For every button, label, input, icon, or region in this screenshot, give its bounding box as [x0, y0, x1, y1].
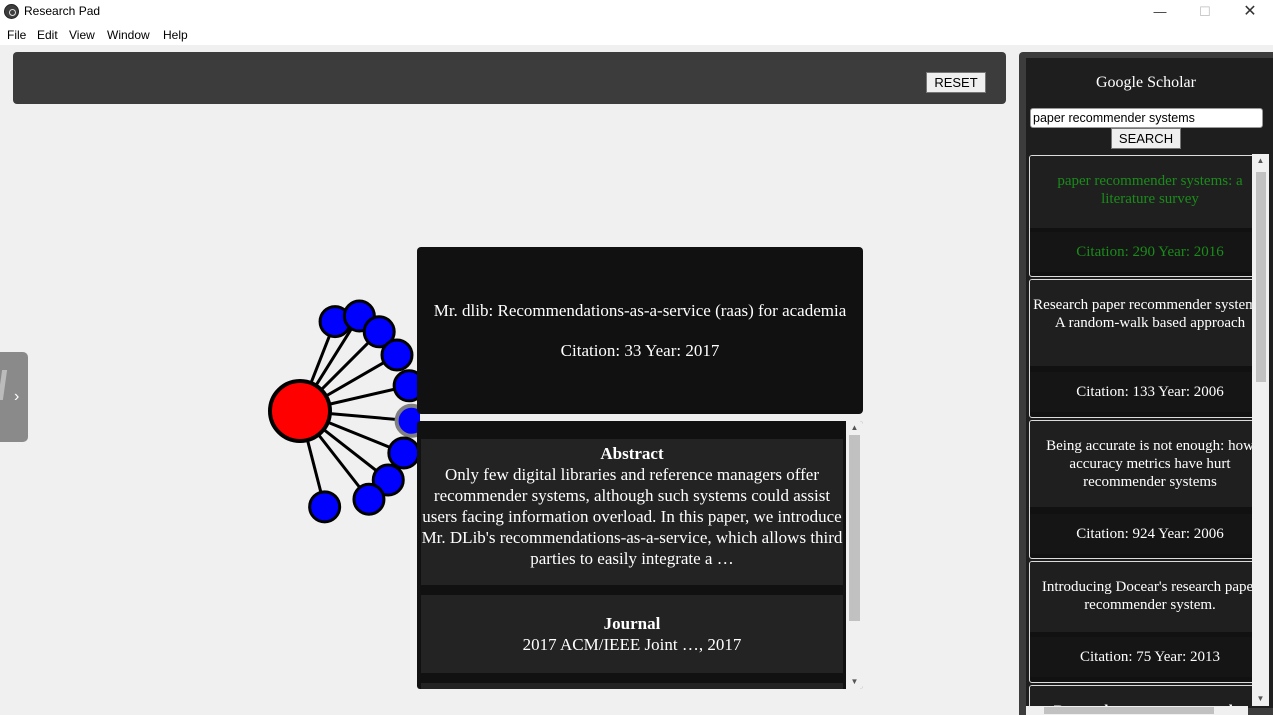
title-bar: Research Pad — ☐ ✕ — [0, 0, 1273, 24]
result-card[interactable]: Research paper recommender system — [1029, 685, 1256, 706]
scroll-up-icon[interactable]: ▲ — [846, 421, 863, 435]
top-toolbar — [13, 52, 1006, 104]
chevron-right-icon: › — [14, 388, 20, 405]
scroll-down-icon[interactable]: ▼ — [1252, 692, 1269, 706]
menu-edit[interactable]: Edit — [37, 28, 58, 42]
scroll-down-icon[interactable]: ▼ — [846, 675, 863, 689]
app-icon — [4, 4, 19, 19]
result-title: paper recommender systems: a literature … — [1030, 156, 1255, 228]
paper-title: Mr. dlib: Recommendations-as-a-service (… — [433, 301, 847, 320]
result-citation: Citation: 290 Year: 2016 — [1030, 232, 1255, 272]
result-title: Introducing Docear's research paper reco… — [1030, 562, 1255, 632]
paper-citation: Citation: 33 Year: 2017 — [560, 341, 720, 360]
minimize-button[interactable]: — — [1137, 0, 1183, 24]
paper-details-panel: Abstract Only few digital libraries and … — [417, 421, 863, 689]
maximize-button[interactable]: ☐ — [1182, 0, 1228, 24]
scroll-thumb[interactable] — [1044, 707, 1214, 714]
citation-graph — [268, 299, 420, 524]
details-scrollbar[interactable]: ▲ ▼ — [846, 421, 863, 689]
menu-window[interactable]: Window — [107, 28, 150, 42]
abstract-text: Only few digital libraries and reference… — [421, 465, 843, 568]
graph-child-node[interactable] — [380, 338, 414, 372]
menu-help[interactable]: Help — [163, 28, 188, 42]
menu-bar: File Edit View Window Help — [0, 24, 1273, 45]
graph-child-node[interactable] — [352, 482, 386, 516]
result-title: Being accurate is not enough: how accura… — [1030, 421, 1255, 507]
abstract-heading: Abstract — [600, 444, 664, 463]
graph-child-node[interactable] — [308, 490, 342, 524]
menu-view[interactable]: View — [69, 28, 95, 42]
reset-button[interactable]: RESET — [926, 72, 986, 93]
scholar-search-input[interactable] — [1030, 108, 1263, 128]
result-citation: Citation: 924 Year: 2006 — [1030, 514, 1255, 554]
window-title: Research Pad — [24, 4, 101, 18]
scroll-up-icon[interactable]: ▲ — [1252, 154, 1269, 168]
result-card[interactable]: Introducing Docear's research paper reco… — [1029, 561, 1256, 683]
journal-text: 2017 ACM/IEEE Joint …, 2017 — [522, 635, 742, 654]
scroll-thumb[interactable] — [849, 435, 860, 621]
scholar-title: Google Scholar — [1096, 74, 1196, 91]
result-citation: Citation: 75 Year: 2013 — [1030, 637, 1255, 677]
result-card[interactable]: Being accurate is not enough: how accura… — [1029, 420, 1256, 559]
result-card[interactable]: paper recommender systems: a literature … — [1029, 155, 1256, 277]
result-citation: Citation: 133 Year: 2006 — [1030, 372, 1255, 412]
close-button[interactable]: ✕ — [1227, 0, 1273, 24]
graph-child-node[interactable] — [387, 436, 420, 470]
search-button[interactable]: SEARCH — [1111, 128, 1181, 149]
scroll-thumb[interactable] — [1256, 172, 1266, 382]
drawer-toggle[interactable]: › — [0, 352, 28, 442]
next-detail-box — [421, 683, 843, 689]
result-title: Research paper recommender systems: A ra… — [1030, 280, 1255, 366]
selected-paper-card: Mr. dlib: Recommendations-as-a-service (… — [417, 247, 863, 414]
journal-heading: Journal — [603, 614, 661, 633]
result-card[interactable]: Research paper recommender systems: A ra… — [1029, 279, 1256, 418]
abstract-box: Abstract Only few digital libraries and … — [421, 439, 843, 585]
results-scrollbar[interactable]: ▲ ▼ — [1252, 154, 1269, 706]
menu-file[interactable]: File — [7, 28, 26, 42]
results-horizontal-scrollbar[interactable] — [1026, 706, 1248, 715]
drawer-notch — [0, 370, 8, 400]
journal-box: Journal 2017 ACM/IEEE Joint …, 2017 — [421, 595, 843, 673]
result-title: Research paper recommender system — [1030, 686, 1255, 706]
graph-center-node[interactable] — [268, 379, 332, 443]
search-results-list: paper recommender systems: a literature … — [1028, 154, 1269, 706]
